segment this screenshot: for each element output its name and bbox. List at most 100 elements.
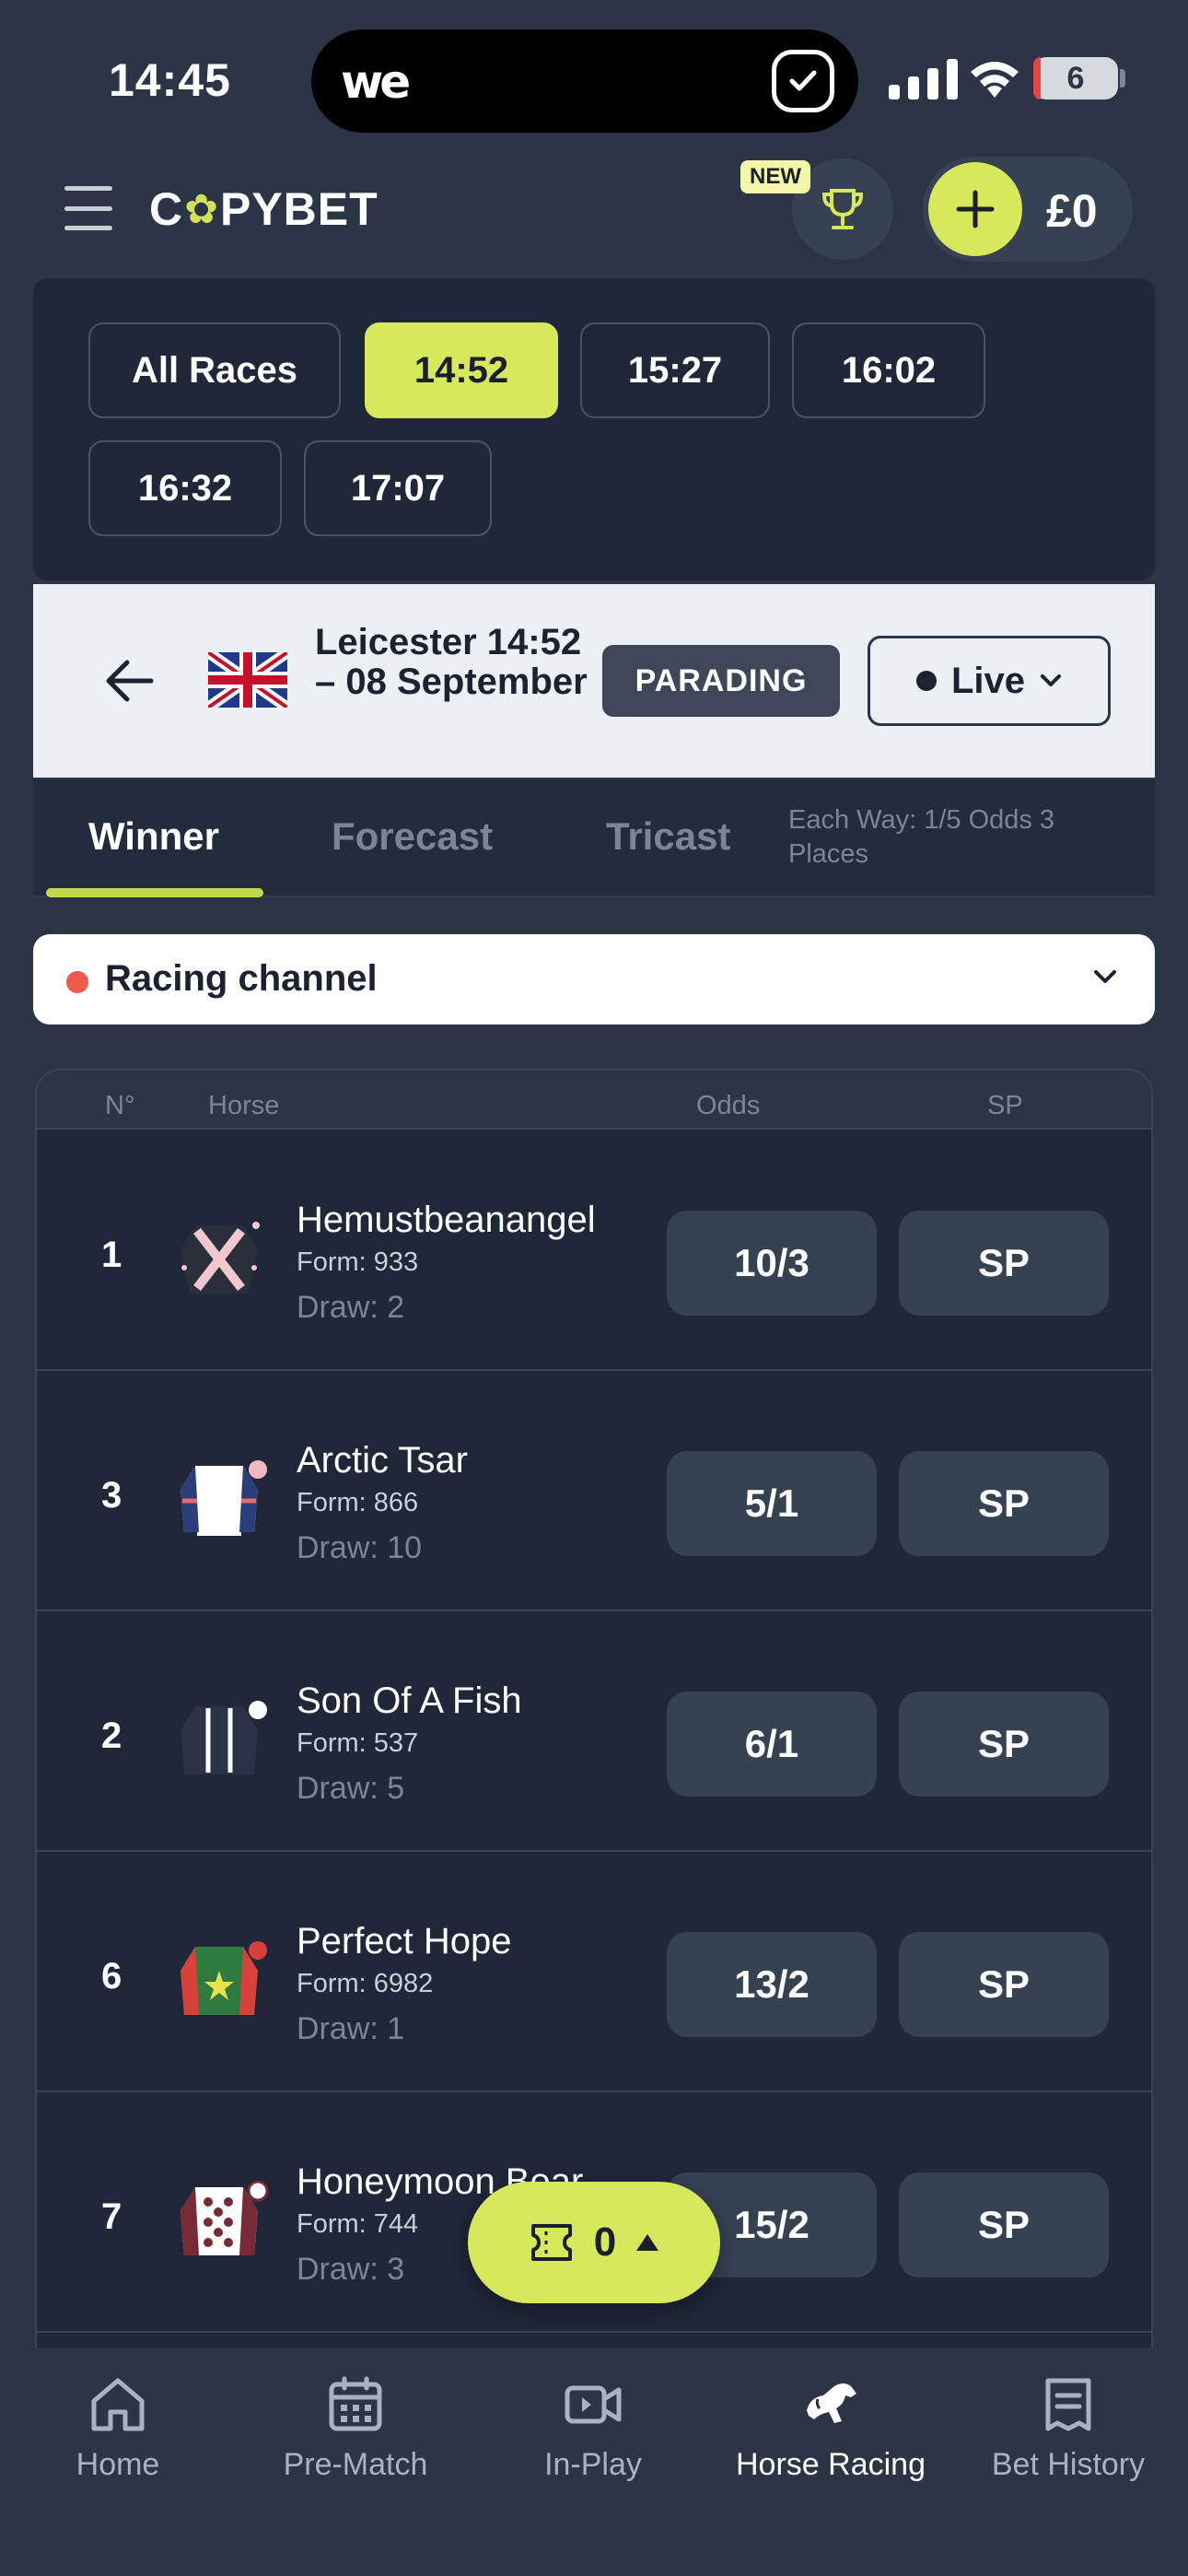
odds-button[interactable]: 10/3	[667, 1211, 877, 1316]
nav-bet-history-label: Bet History	[991, 2447, 1146, 2482]
brand-left: C	[149, 183, 184, 235]
col-odds: Odds	[696, 1091, 761, 1120]
col-sp: SP	[987, 1091, 1023, 1120]
active-tab-indicator	[46, 888, 263, 897]
horse-draw: Draw: 1	[297, 2011, 405, 2046]
nav-pre-match-label: Pre-Match	[283, 2447, 428, 2482]
horse-form: Form: 6982	[297, 1969, 434, 1998]
star-icon: ✿	[184, 186, 219, 232]
table-row: 2 Son Of A Fish Form: 537 Draw: 5 6/1 SP	[37, 1612, 1151, 1852]
check-icon	[772, 50, 834, 112]
horse-form: Form: 933	[297, 1247, 419, 1277]
plus-icon	[956, 190, 995, 228]
battery-nub	[1120, 69, 1125, 88]
sp-button[interactable]: SP	[899, 1211, 1109, 1316]
table-header: N° Horse Odds SP	[37, 1071, 1151, 1130]
receipt-icon	[1045, 2378, 1091, 2431]
tab-winner[interactable]: Winner	[88, 814, 219, 859]
racing-channel-label: Racing channel	[105, 958, 378, 999]
betslip-button[interactable]: 0	[468, 2182, 720, 2303]
horse-draw: Draw: 3	[297, 2252, 405, 2287]
horse-draw: Draw: 5	[297, 1771, 405, 1806]
silk-maroon-stars-icon	[181, 2180, 269, 2255]
col-number: N°	[105, 1091, 135, 1120]
horse-draw: Draw: 10	[297, 1530, 423, 1565]
odds-button[interactable]: 13/2	[667, 1932, 877, 2037]
tab-forecast[interactable]: Forecast	[332, 814, 493, 859]
race-chip-1632[interactable]: 16:32	[88, 440, 282, 536]
sp-button[interactable]: SP	[899, 2172, 1109, 2277]
live-dot	[915, 671, 937, 691]
race-chip-1452[interactable]: 14:52	[365, 322, 558, 418]
runners-table: N° Horse Odds SP 1 Hemustbeanangel Form:…	[35, 1069, 1153, 2359]
runner-number: 3	[101, 1475, 122, 1516]
sp-button[interactable]: SP	[899, 1692, 1109, 1797]
runner-number: 2	[101, 1715, 122, 1756]
battery-indicator: 6	[1033, 57, 1118, 100]
nav-in-play-label: In-Play	[544, 2447, 642, 2482]
runner-number: 7	[101, 2196, 122, 2237]
horse-form: Form: 866	[297, 1488, 419, 1517]
deposit-button[interactable]	[928, 162, 1022, 256]
col-horse: Horse	[208, 1091, 280, 1120]
horse-name: Arctic Tsar	[297, 1440, 468, 1481]
brand-right: PYBET	[219, 183, 379, 235]
signal-icon	[889, 59, 958, 100]
tab-tricast[interactable]: Tricast	[606, 814, 730, 859]
table-row: 1 Hemustbeanangel Form: 933 Draw: 2 10/3…	[37, 1131, 1151, 1371]
horse-name: Perfect Hope	[297, 1921, 512, 1961]
horse-name: Hemustbeanangel	[297, 1200, 596, 1240]
odds-button[interactable]: 5/1	[667, 1451, 877, 1556]
chevron-down-icon	[1041, 674, 1062, 686]
nav-home-label: Home	[76, 2447, 160, 2482]
video-icon	[565, 2385, 622, 2424]
brand-logo[interactable]: C ✿ PYBET	[149, 182, 379, 236]
silk-green-star-icon	[181, 1941, 267, 2015]
race-status-badge: PARADING	[602, 645, 840, 717]
caret-up-icon	[636, 2234, 659, 2251]
live-indicator-dot	[66, 971, 88, 993]
silk-white-navy-icon	[181, 1460, 267, 1536]
horse-icon	[807, 2383, 856, 2423]
view-mode-label: Live	[950, 660, 1026, 701]
race-chip-1707[interactable]: 17:07	[304, 440, 492, 536]
nav-horse-racing-label: Horse Racing	[736, 2447, 926, 2482]
trophy-icon	[821, 189, 864, 229]
wifi-icon	[971, 62, 1019, 98]
menu-icon[interactable]	[64, 186, 112, 230]
table-row: 6 Perfect Hope Form: 6982 Draw: 1 13/2 S…	[37, 1853, 1151, 2092]
chevron-down-icon[interactable]	[1090, 964, 1120, 989]
nav-pre-match[interactable]: Pre-Match	[245, 2371, 466, 2483]
horse-form: Form: 537	[297, 1728, 419, 1758]
silk-navy-braces-icon	[181, 1701, 267, 1774]
race-title: Leicester 14:52 – 08 September	[315, 622, 588, 702]
table-row: 3 Arctic Tsar Form: 866 Draw: 10 5/1 SP	[37, 1372, 1151, 1611]
odds-button[interactable]: 6/1	[667, 1692, 877, 1797]
horse-form: Form: 744	[297, 2209, 419, 2239]
uk-flag-icon	[208, 652, 287, 708]
status-time: 14:45	[109, 54, 231, 106]
nav-horse-racing[interactable]: Horse Racing	[720, 2371, 941, 2483]
ticket-icon	[530, 2224, 572, 2261]
betslip-count: 0	[593, 2219, 617, 2265]
runner-number: 1	[101, 1235, 122, 1275]
nav-in-play[interactable]: In-Play	[483, 2371, 704, 2483]
sp-button[interactable]: SP	[899, 1932, 1109, 2037]
nav-bet-history[interactable]: Bet History	[958, 2371, 1179, 2483]
silk-cross-icon	[181, 1222, 260, 1294]
race-chip-1602[interactable]: 16:02	[792, 322, 985, 418]
app-logo-icon: we	[341, 55, 411, 109]
new-badge: NEW	[740, 160, 810, 193]
home-icon	[91, 2378, 145, 2431]
view-mode-dropdown[interactable]: Live	[868, 636, 1111, 726]
horse-name: Son Of A Fish	[297, 1680, 522, 1721]
back-arrow-icon[interactable]	[101, 656, 157, 706]
nav-home[interactable]: Home	[7, 2371, 228, 2483]
each-way-terms: Each Way: 1/5 Odds 3 Places	[788, 805, 1055, 869]
calendar-icon	[329, 2376, 382, 2431]
race-chip-all[interactable]: All Races	[88, 322, 341, 418]
sp-button[interactable]: SP	[899, 1451, 1109, 1556]
runner-number: 6	[101, 1956, 122, 1996]
race-chip-1527[interactable]: 15:27	[580, 322, 770, 418]
horse-draw: Draw: 2	[297, 1290, 405, 1325]
